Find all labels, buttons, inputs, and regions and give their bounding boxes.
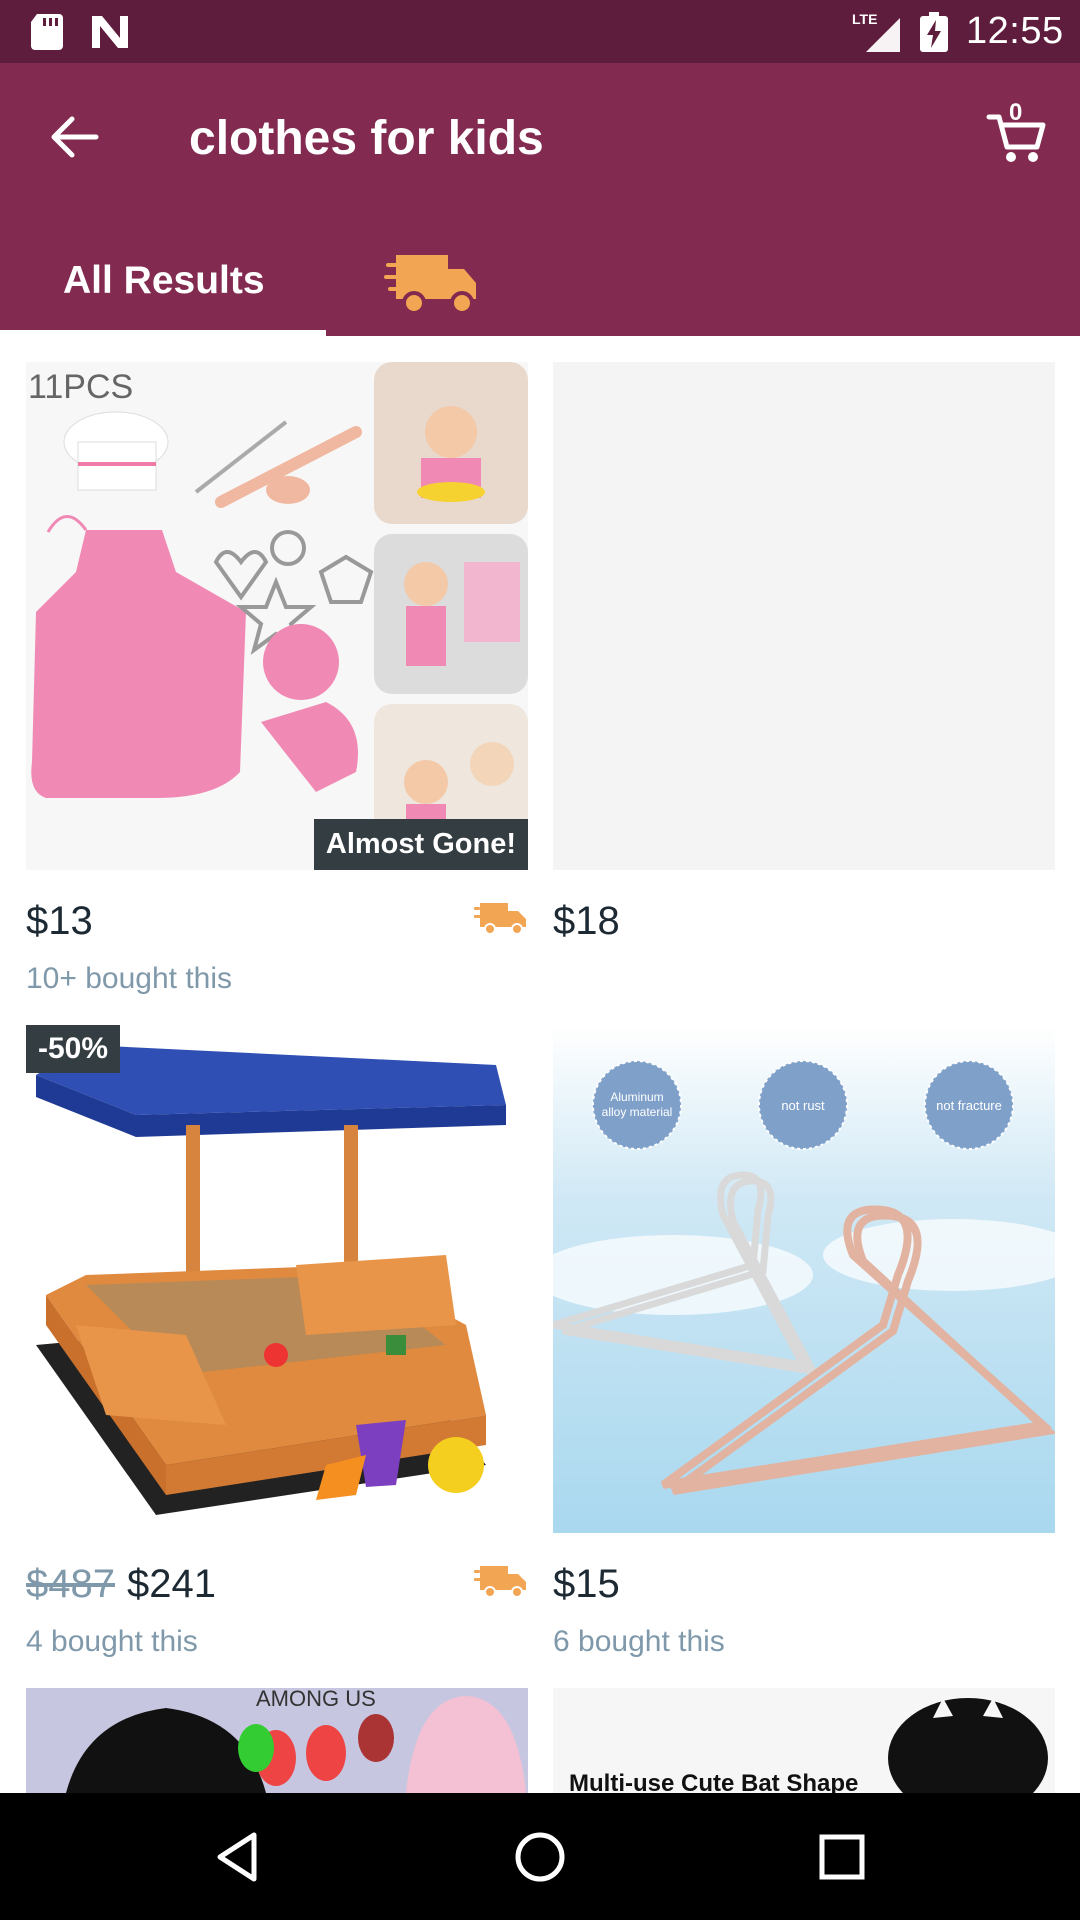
product-card-bat-shape[interactable]: Multi-use Cute Bat Shape: [553, 1688, 1055, 1793]
product-image-text: AMONG US: [256, 1688, 376, 1711]
signal-icon: LTE: [852, 11, 900, 52]
product-image-text: 11PCS: [28, 368, 133, 406]
price-row: $18: [553, 899, 1055, 959]
tab-selected-indicator: [0, 330, 326, 336]
search-query-title[interactable]: clothes for kids: [189, 111, 544, 166]
product-card-among-us-hoodies[interactable]: AMONG US: [26, 1688, 528, 1793]
bought-count: 4 bought this: [26, 1625, 198, 1658]
product-card-loading[interactable]: $18: [553, 362, 1055, 1002]
back-arrow-icon[interactable]: [44, 107, 104, 167]
price-row: $487 $241: [26, 1562, 528, 1622]
svg-text:not rust: not rust: [781, 1098, 825, 1113]
battery-charging-icon: [920, 12, 948, 52]
product-price: $13: [26, 899, 93, 943]
n-notification-icon: [92, 16, 128, 48]
almost-gone-badge: Almost Gone!: [313, 819, 528, 870]
product-card-sandbox[interactable]: -50% $487 $241 4 bought this: [26, 1025, 528, 1665]
home-circle-icon[interactable]: [510, 1827, 570, 1887]
discount-badge: -50%: [26, 1025, 121, 1073]
tab-all-results-label: All Results: [63, 259, 265, 302]
product-price: $241: [126, 1562, 216, 1606]
original-price: $487: [26, 1562, 115, 1606]
cart-count-badge: 0: [1009, 99, 1023, 126]
fast-shipping-truck-icon: [474, 1566, 526, 1598]
recents-square-icon[interactable]: [812, 1827, 872, 1887]
fast-shipping-truck-icon: [474, 903, 526, 935]
product-image-placeholder[interactable]: [553, 362, 1055, 870]
product-image[interactable]: Aluminum alloy material not rust not fra…: [553, 1025, 1055, 1533]
svg-text:Aluminum: Aluminum: [610, 1090, 663, 1104]
product-card-hangers[interactable]: Aluminum alloy material not rust not fra…: [553, 1025, 1055, 1665]
svg-text:LTE: LTE: [852, 11, 877, 27]
tab-all-results[interactable]: All Results: [0, 233, 326, 336]
product-image-text: Multi-use Cute Bat Shape: [569, 1770, 859, 1793]
svg-text:alloy material: alloy material: [602, 1105, 673, 1119]
svg-text:not fracture: not fracture: [936, 1098, 1002, 1113]
product-image[interactable]: AMONG US: [26, 1688, 528, 1793]
price-row: $13: [26, 899, 528, 959]
product-price: $18: [553, 899, 620, 943]
product-card-chef-set[interactable]: 11PCS Almost Gone! $13 10+ bought this: [26, 362, 528, 1002]
product-image[interactable]: 11PCS Almost Gone!: [26, 362, 528, 870]
status-bar: LTE 12:55: [0, 0, 1080, 63]
system-nav-bar: [0, 1793, 1080, 1920]
sd-card-icon: [31, 14, 63, 50]
back-triangle-icon[interactable]: [210, 1827, 270, 1887]
fast-shipping-truck-icon[interactable]: [384, 239, 484, 329]
price-row: $15: [553, 1562, 1055, 1622]
product-image[interactable]: -50%: [26, 1025, 528, 1533]
app-bar: clothes for kids 0 All Results: [0, 63, 1080, 336]
status-time: 12:55: [966, 10, 1064, 52]
bought-count: 10+ bought this: [26, 962, 233, 995]
product-price: $15: [553, 1562, 620, 1606]
bought-count: 6 bought this: [553, 1625, 725, 1658]
product-image[interactable]: Multi-use Cute Bat Shape: [553, 1688, 1055, 1793]
